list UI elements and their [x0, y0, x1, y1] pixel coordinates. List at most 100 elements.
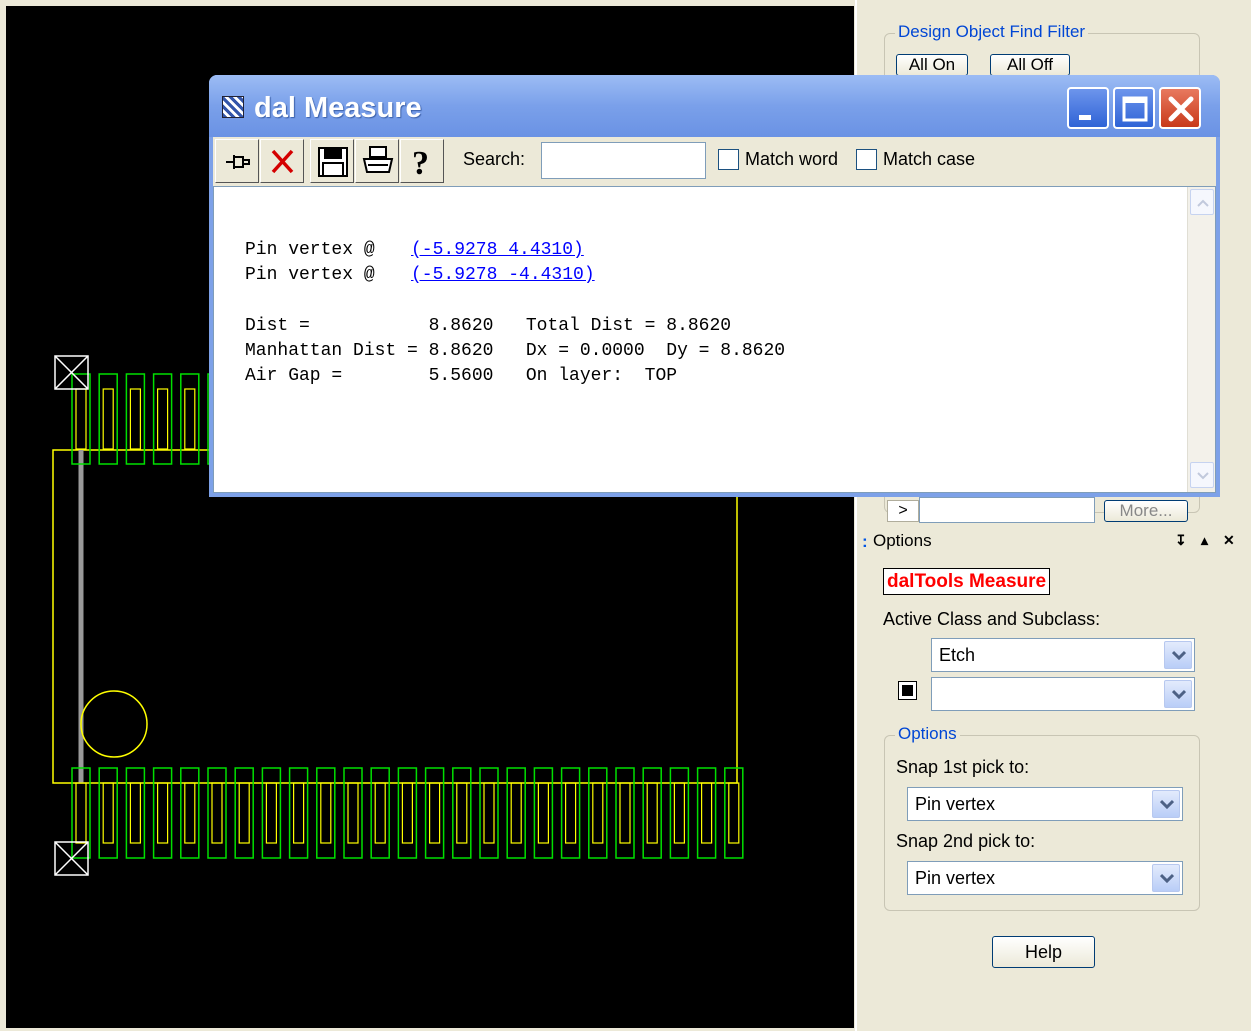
pad-outline	[642, 767, 662, 859]
close-icon[interactable]	[1159, 87, 1201, 129]
dialog-toolbar: ? Search: Match word Match case	[213, 137, 1216, 186]
pad-inner	[211, 782, 223, 844]
pad-outline	[533, 767, 554, 859]
pad-inner	[184, 782, 196, 844]
pad-outline	[261, 767, 282, 859]
pad-inner	[592, 782, 604, 844]
help-icon[interactable]: ?	[400, 139, 444, 183]
pin2-prefix: Pin vertex @	[245, 265, 375, 285]
color-swatch-icon[interactable]	[898, 681, 917, 700]
close-icon[interactable]: ✕	[1223, 532, 1235, 549]
more-button[interactable]: More...	[1104, 500, 1188, 522]
match-case-checkbox[interactable]	[856, 149, 877, 170]
filter-nav-label: >	[898, 502, 908, 519]
pad-inner	[293, 782, 305, 844]
vertical-scrollbar[interactable]	[1187, 187, 1215, 492]
match-case-label: Match case	[883, 149, 976, 169]
pin1-prefix: Pin vertex @	[245, 240, 375, 260]
save-icon[interactable]	[310, 139, 354, 183]
pad-outline	[615, 767, 635, 859]
find-filter-legend: Design Object Find Filter	[895, 22, 1089, 42]
chevron-down-icon[interactable]	[1164, 641, 1192, 669]
pad-inner	[75, 782, 87, 844]
pushpin-icon[interactable]: ↧	[1175, 532, 1187, 549]
triangle-up-icon[interactable]: ▴	[1201, 532, 1208, 549]
help-button[interactable]: Help	[992, 936, 1095, 968]
filter-list-box[interactable]	[919, 497, 1095, 523]
filter-nav-button[interactable]: >	[887, 500, 919, 522]
pad-inner	[157, 782, 169, 844]
manhattan-line: Manhattan Dist = 8.8620 Dx = 0.0000 Dy =…	[245, 341, 786, 361]
match-word-checkbox[interactable]	[718, 149, 739, 170]
pad-inner	[483, 782, 495, 844]
scroll-up-button[interactable]	[1190, 189, 1214, 215]
snap2-label: Snap 2nd pick to:	[896, 831, 1036, 851]
measure-dialog: dal Measure ? Search: Match word Match c…	[209, 75, 1220, 497]
pad-inner	[646, 782, 658, 844]
options-legend: Options	[895, 724, 960, 744]
pad-inner	[456, 782, 468, 844]
minimize-icon[interactable]	[1067, 87, 1109, 129]
delete-x-icon[interactable]	[260, 139, 304, 183]
pad-outline	[669, 767, 690, 859]
pad-inner	[700, 782, 713, 844]
pad-outline	[207, 767, 227, 859]
pad-inner	[619, 782, 631, 844]
snap2-combo[interactable]: Pin vertex	[907, 861, 1183, 895]
component-body-outline	[52, 449, 738, 784]
pad-inner	[564, 782, 577, 844]
match-word-label: Match word	[745, 149, 839, 169]
pad-inner	[238, 782, 250, 844]
pad-inner	[347, 782, 359, 844]
pad-inner	[429, 782, 441, 844]
dialog-title: dal Measure	[254, 92, 422, 124]
chevron-down-icon[interactable]	[1152, 864, 1180, 892]
pad-outline	[506, 767, 526, 859]
pad-outline	[288, 767, 309, 859]
subclass-combo[interactable]	[931, 677, 1195, 711]
pad-outline	[343, 767, 363, 859]
options-header: : Options ↧ ▴ ✕	[857, 528, 1251, 556]
pad-outline	[98, 767, 118, 859]
pad-inner	[129, 388, 142, 450]
chevron-down-icon[interactable]	[1152, 790, 1180, 818]
all-off-button[interactable]: All Off	[990, 54, 1070, 76]
pad-outline	[724, 767, 744, 859]
pad-inner	[728, 782, 740, 844]
pin1-marker-circle	[80, 690, 148, 758]
pin2-coord-link[interactable]: (-5.9278 -4.4310)	[411, 265, 595, 285]
pad-inner	[75, 388, 87, 450]
pad-outline	[588, 767, 608, 859]
measure-output: Pin vertex @ (-5.9278 4.4310) Pin vertex…	[213, 186, 1216, 493]
print-icon[interactable]	[355, 139, 399, 183]
pad-outline	[316, 767, 336, 859]
pad-outline	[560, 767, 581, 859]
pad-outline	[696, 767, 717, 859]
pad-outline	[180, 767, 200, 859]
scroll-down-button[interactable]	[1190, 462, 1214, 488]
pad-outline	[370, 767, 390, 859]
pad-outline	[424, 767, 445, 859]
dialog-titlebar[interactable]: dal Measure	[209, 75, 1220, 137]
pad-outline	[234, 767, 254, 859]
options-header-title: Options	[873, 531, 932, 550]
class-combo[interactable]: Etch	[931, 638, 1195, 672]
pad-inner	[537, 782, 550, 844]
snap1-label: Snap 1st pick to:	[896, 757, 1030, 777]
maximize-icon[interactable]	[1113, 87, 1155, 129]
pad-inner	[320, 782, 332, 844]
pad-inner	[673, 782, 686, 844]
chevron-down-icon[interactable]	[1164, 680, 1192, 708]
tool-title: dalTools Measure	[883, 568, 1051, 595]
pad-inner	[102, 782, 114, 844]
pin1-coord-link[interactable]: (-5.9278 4.4310)	[411, 240, 584, 260]
search-input[interactable]	[541, 142, 706, 179]
class-combo-value: Etch	[939, 645, 976, 665]
pushpin-icon[interactable]	[215, 139, 259, 183]
snap1-combo[interactable]: Pin vertex	[907, 787, 1183, 821]
pad-inner	[374, 782, 386, 844]
snap2-combo-value: Pin vertex	[915, 868, 996, 888]
active-class-label: Active Class and Subclass:	[883, 609, 1101, 629]
all-on-button[interactable]: All On	[896, 54, 968, 76]
pad-inner	[184, 388, 196, 450]
